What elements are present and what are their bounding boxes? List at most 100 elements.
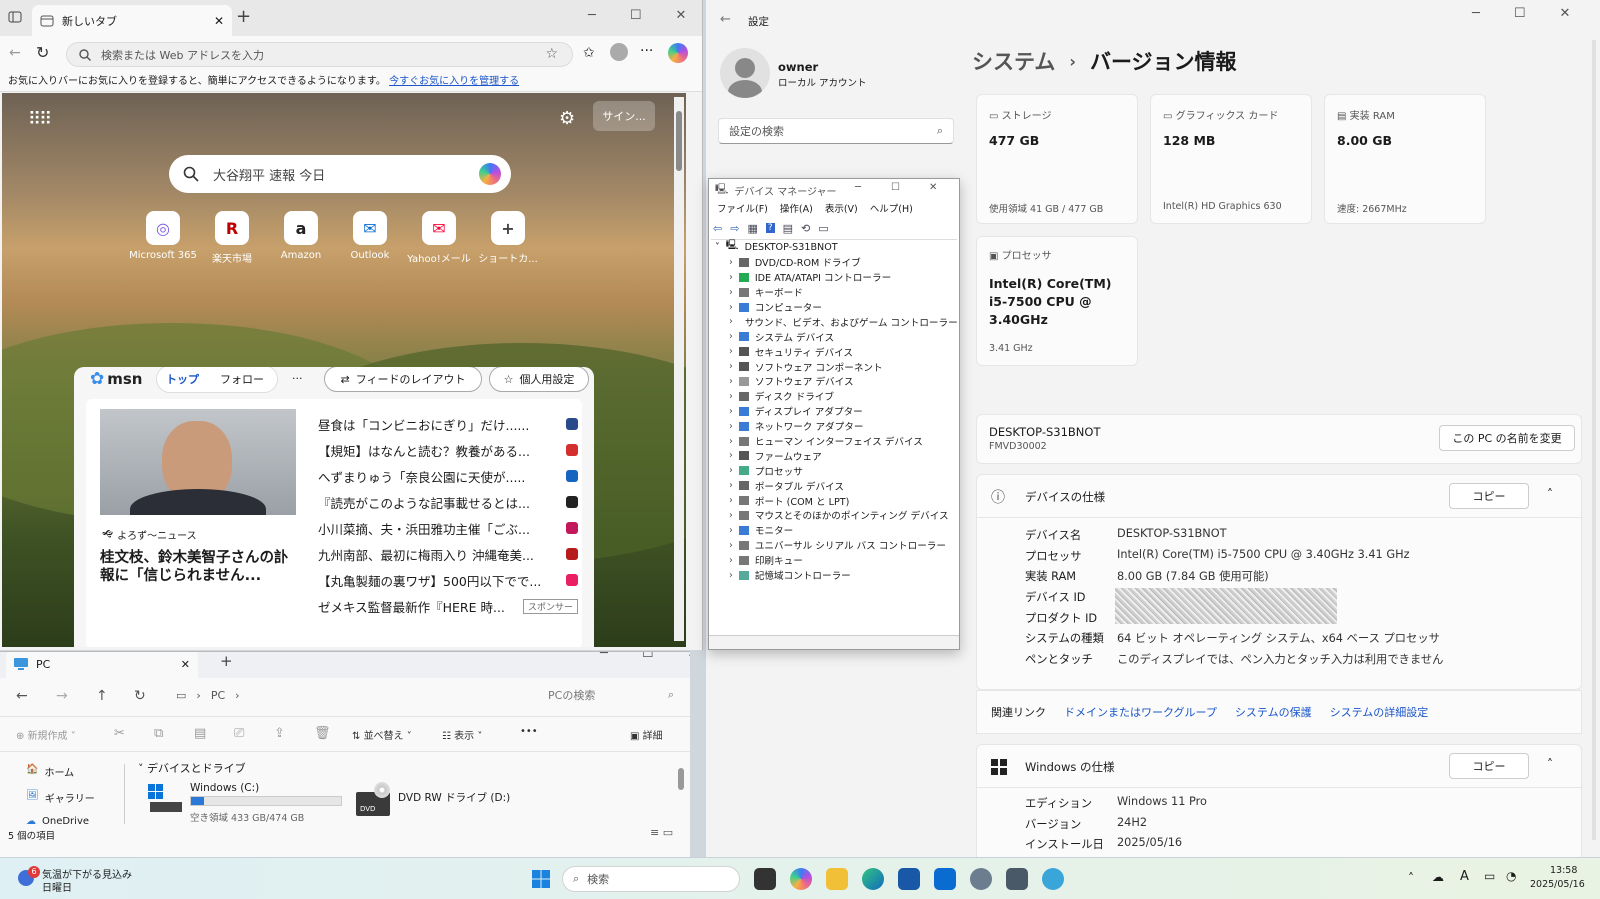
scrollbar-thumb[interactable]: [678, 768, 684, 790]
taskbar-search[interactable]: ⌕ 検索: [562, 866, 740, 892]
back-icon[interactable]: ←: [720, 12, 731, 27]
chevron-right-icon[interactable]: ›: [729, 346, 733, 357]
copy-windows-spec-button[interactable]: コピー: [1449, 753, 1529, 779]
chevron-down-icon[interactable]: ˅: [715, 242, 720, 253]
signin-button[interactable]: サイン...: [593, 101, 655, 131]
chevron-right-icon[interactable]: ›: [729, 436, 733, 447]
chevron-up-icon[interactable]: ˄: [1547, 487, 1553, 501]
device-category[interactable]: › システム デバイス: [711, 329, 957, 344]
device-category[interactable]: › IDE ATA/ATAPI コントローラー: [711, 270, 957, 285]
copilot-icon[interactable]: [668, 43, 688, 63]
personalize-button[interactable]: ☆ 個人用設定: [489, 367, 589, 392]
quick-link[interactable]: ✉ Outlook: [335, 211, 405, 261]
msn-more[interactable]: ...: [292, 369, 303, 382]
rename-icon[interactable]: ⎚: [234, 726, 244, 741]
copilot-icon[interactable]: [479, 163, 501, 185]
related-link[interactable]: システムの保護: [1235, 704, 1312, 720]
nav-item[interactable]: 🏠 ホーム: [26, 764, 74, 779]
sort-button[interactable]: ⇅ 並べ替え ˅: [352, 727, 412, 742]
start-button[interactable]: [532, 870, 550, 888]
spec-value[interactable]: DESKTOP-S31BNOT: [1117, 527, 1227, 548]
close-icon[interactable]: ✕: [929, 182, 937, 193]
favorites-icon[interactable]: ✩: [583, 45, 595, 61]
news-item[interactable]: 小川菜摘、夫・浜田雅功主催「ごぶ...: [318, 515, 578, 541]
chevron-right-icon[interactable]: ›: [729, 495, 733, 506]
scrollbar[interactable]: [1592, 40, 1596, 840]
device-category[interactable]: › ディスク ドライブ: [711, 389, 957, 404]
app-icon[interactable]: [1042, 868, 1064, 890]
minimize-icon[interactable]: ─: [855, 182, 861, 193]
spec-value[interactable]: 2025/05/16: [1117, 836, 1182, 857]
settings-search[interactable]: 設定の検索 ⌕: [718, 118, 954, 144]
device-category[interactable]: › ソフトウェア デバイス: [711, 374, 957, 389]
devmgr-menu-item[interactable]: ファイル(F): [717, 201, 768, 217]
copy-icon[interactable]: ⧉: [154, 726, 163, 741]
device-category[interactable]: › ポータブル デバイス: [711, 478, 957, 493]
quick-link[interactable]: ◎ Microsoft 365: [128, 211, 198, 261]
clock-date[interactable]: 2025/05/16: [1530, 879, 1585, 890]
back-icon[interactable]: ⇦: [713, 222, 722, 235]
spec-value[interactable]: Intel(R) Core(TM) i5-7500 CPU @ 3.40GHz …: [1117, 548, 1410, 569]
tab-pc[interactable]: PC ✕: [6, 652, 198, 678]
chevron-right-icon[interactable]: ›: [729, 272, 733, 283]
device-category[interactable]: › ソフトウェア コンポーネント: [711, 359, 957, 374]
device-category[interactable]: › コンピューター: [711, 300, 957, 315]
drive-c[interactable]: Windows (C:) 空き領域 433 GB/474 GB: [148, 782, 348, 826]
chevron-right-icon[interactable]: ›: [729, 465, 733, 476]
favbar-manage-link[interactable]: 今すぐお気に入りを管理する: [389, 76, 519, 87]
copy-device-spec-button[interactable]: コピー: [1449, 483, 1529, 509]
back-icon[interactable]: ←: [9, 45, 21, 61]
properties-icon[interactable]: ▦: [747, 222, 757, 235]
network-icon[interactable]: ▭: [1484, 869, 1495, 883]
spec-value[interactable]: Windows 11 Pro: [1117, 795, 1207, 816]
spec-value[interactable]: 8.00 GB (7.84 GB 使用可能): [1117, 568, 1269, 589]
chevron-right-icon[interactable]: ›: [729, 376, 733, 387]
spec-value[interactable]: 24H2: [1117, 816, 1147, 837]
maximize-icon[interactable]: ☐: [891, 182, 900, 193]
device-category[interactable]: › ユニバーサル シリアル バス コントローラー: [711, 538, 957, 553]
view-button[interactable]: ☷ 表示 ˅: [442, 727, 482, 742]
section-header[interactable]: ˅ デバイスとドライブ: [138, 760, 246, 776]
help-icon[interactable]: ?: [765, 223, 775, 233]
cut-icon[interactable]: ✂: [114, 726, 125, 741]
related-link[interactable]: システムの詳細設定: [1330, 704, 1429, 720]
details-button[interactable]: ▣ 詳細: [630, 727, 663, 742]
forward-icon[interactable]: →: [56, 688, 68, 704]
ime-indicator[interactable]: A: [1460, 869, 1469, 884]
store-icon[interactable]: [898, 868, 920, 890]
delete-icon[interactable]: 🗑: [314, 726, 331, 741]
view-icon[interactable]: ▤: [783, 222, 793, 235]
maximize-icon[interactable]: ☐: [1514, 6, 1526, 21]
minimize-icon[interactable]: ─: [1472, 6, 1480, 21]
msn-logo[interactable]: ✿ msn: [90, 369, 143, 389]
tab-actions-icon[interactable]: [8, 10, 22, 24]
news-photo[interactable]: [100, 409, 296, 515]
favorite-star-icon[interactable]: ☆: [545, 46, 558, 62]
news-item[interactable]: 『読売がこのような記事載せるとは...: [318, 489, 578, 515]
paste-icon[interactable]: ▤: [194, 726, 206, 741]
scrollbar-thumb[interactable]: [676, 111, 682, 171]
news-item[interactable]: 【規矩】はなんと読む？教養がある...: [318, 437, 578, 463]
forward-icon[interactable]: ⇨: [730, 222, 739, 235]
news-item[interactable]: 【丸亀製麺の裏ワザ】500円以下でで...: [318, 567, 578, 593]
device-category[interactable]: › DVD/CD-ROM ドライブ: [711, 255, 957, 270]
feed-layout-button[interactable]: ⇄ フィードのレイアウト: [324, 367, 482, 392]
device-category[interactable]: › プロセッサ: [711, 463, 957, 478]
devmgr-menu-item[interactable]: ヘルプ(H): [870, 201, 913, 217]
drive-d[interactable]: DVD DVD RW ドライブ (D:): [356, 782, 556, 824]
chevron-right-icon[interactable]: ›: [729, 331, 733, 342]
quick-link[interactable]: ✉ Yahoo!メール: [404, 211, 474, 265]
chevron-right-icon[interactable]: ›: [729, 555, 733, 566]
quick-link[interactable]: R 楽天市場: [197, 211, 267, 265]
chevron-up-icon[interactable]: ˄: [1547, 757, 1553, 771]
quick-link[interactable]: a Amazon: [266, 211, 336, 261]
close-icon[interactable]: ✕: [687, 652, 690, 661]
msn-tab-follow[interactable]: フォロー: [220, 371, 264, 387]
scrollbar[interactable]: [674, 97, 684, 641]
ntp-search-box[interactable]: 大谷翔平 速報 今日: [169, 155, 511, 193]
address-bar[interactable]: 検索または Web アドレスを入力 ☆: [66, 42, 573, 67]
minimize-icon[interactable]: ─: [588, 8, 596, 23]
device-category[interactable]: › モニター: [711, 523, 957, 538]
news-item[interactable]: ゼメキス監督最新作『HERE 時... スポンサー: [318, 593, 578, 619]
up-icon[interactable]: ↑: [96, 688, 108, 704]
